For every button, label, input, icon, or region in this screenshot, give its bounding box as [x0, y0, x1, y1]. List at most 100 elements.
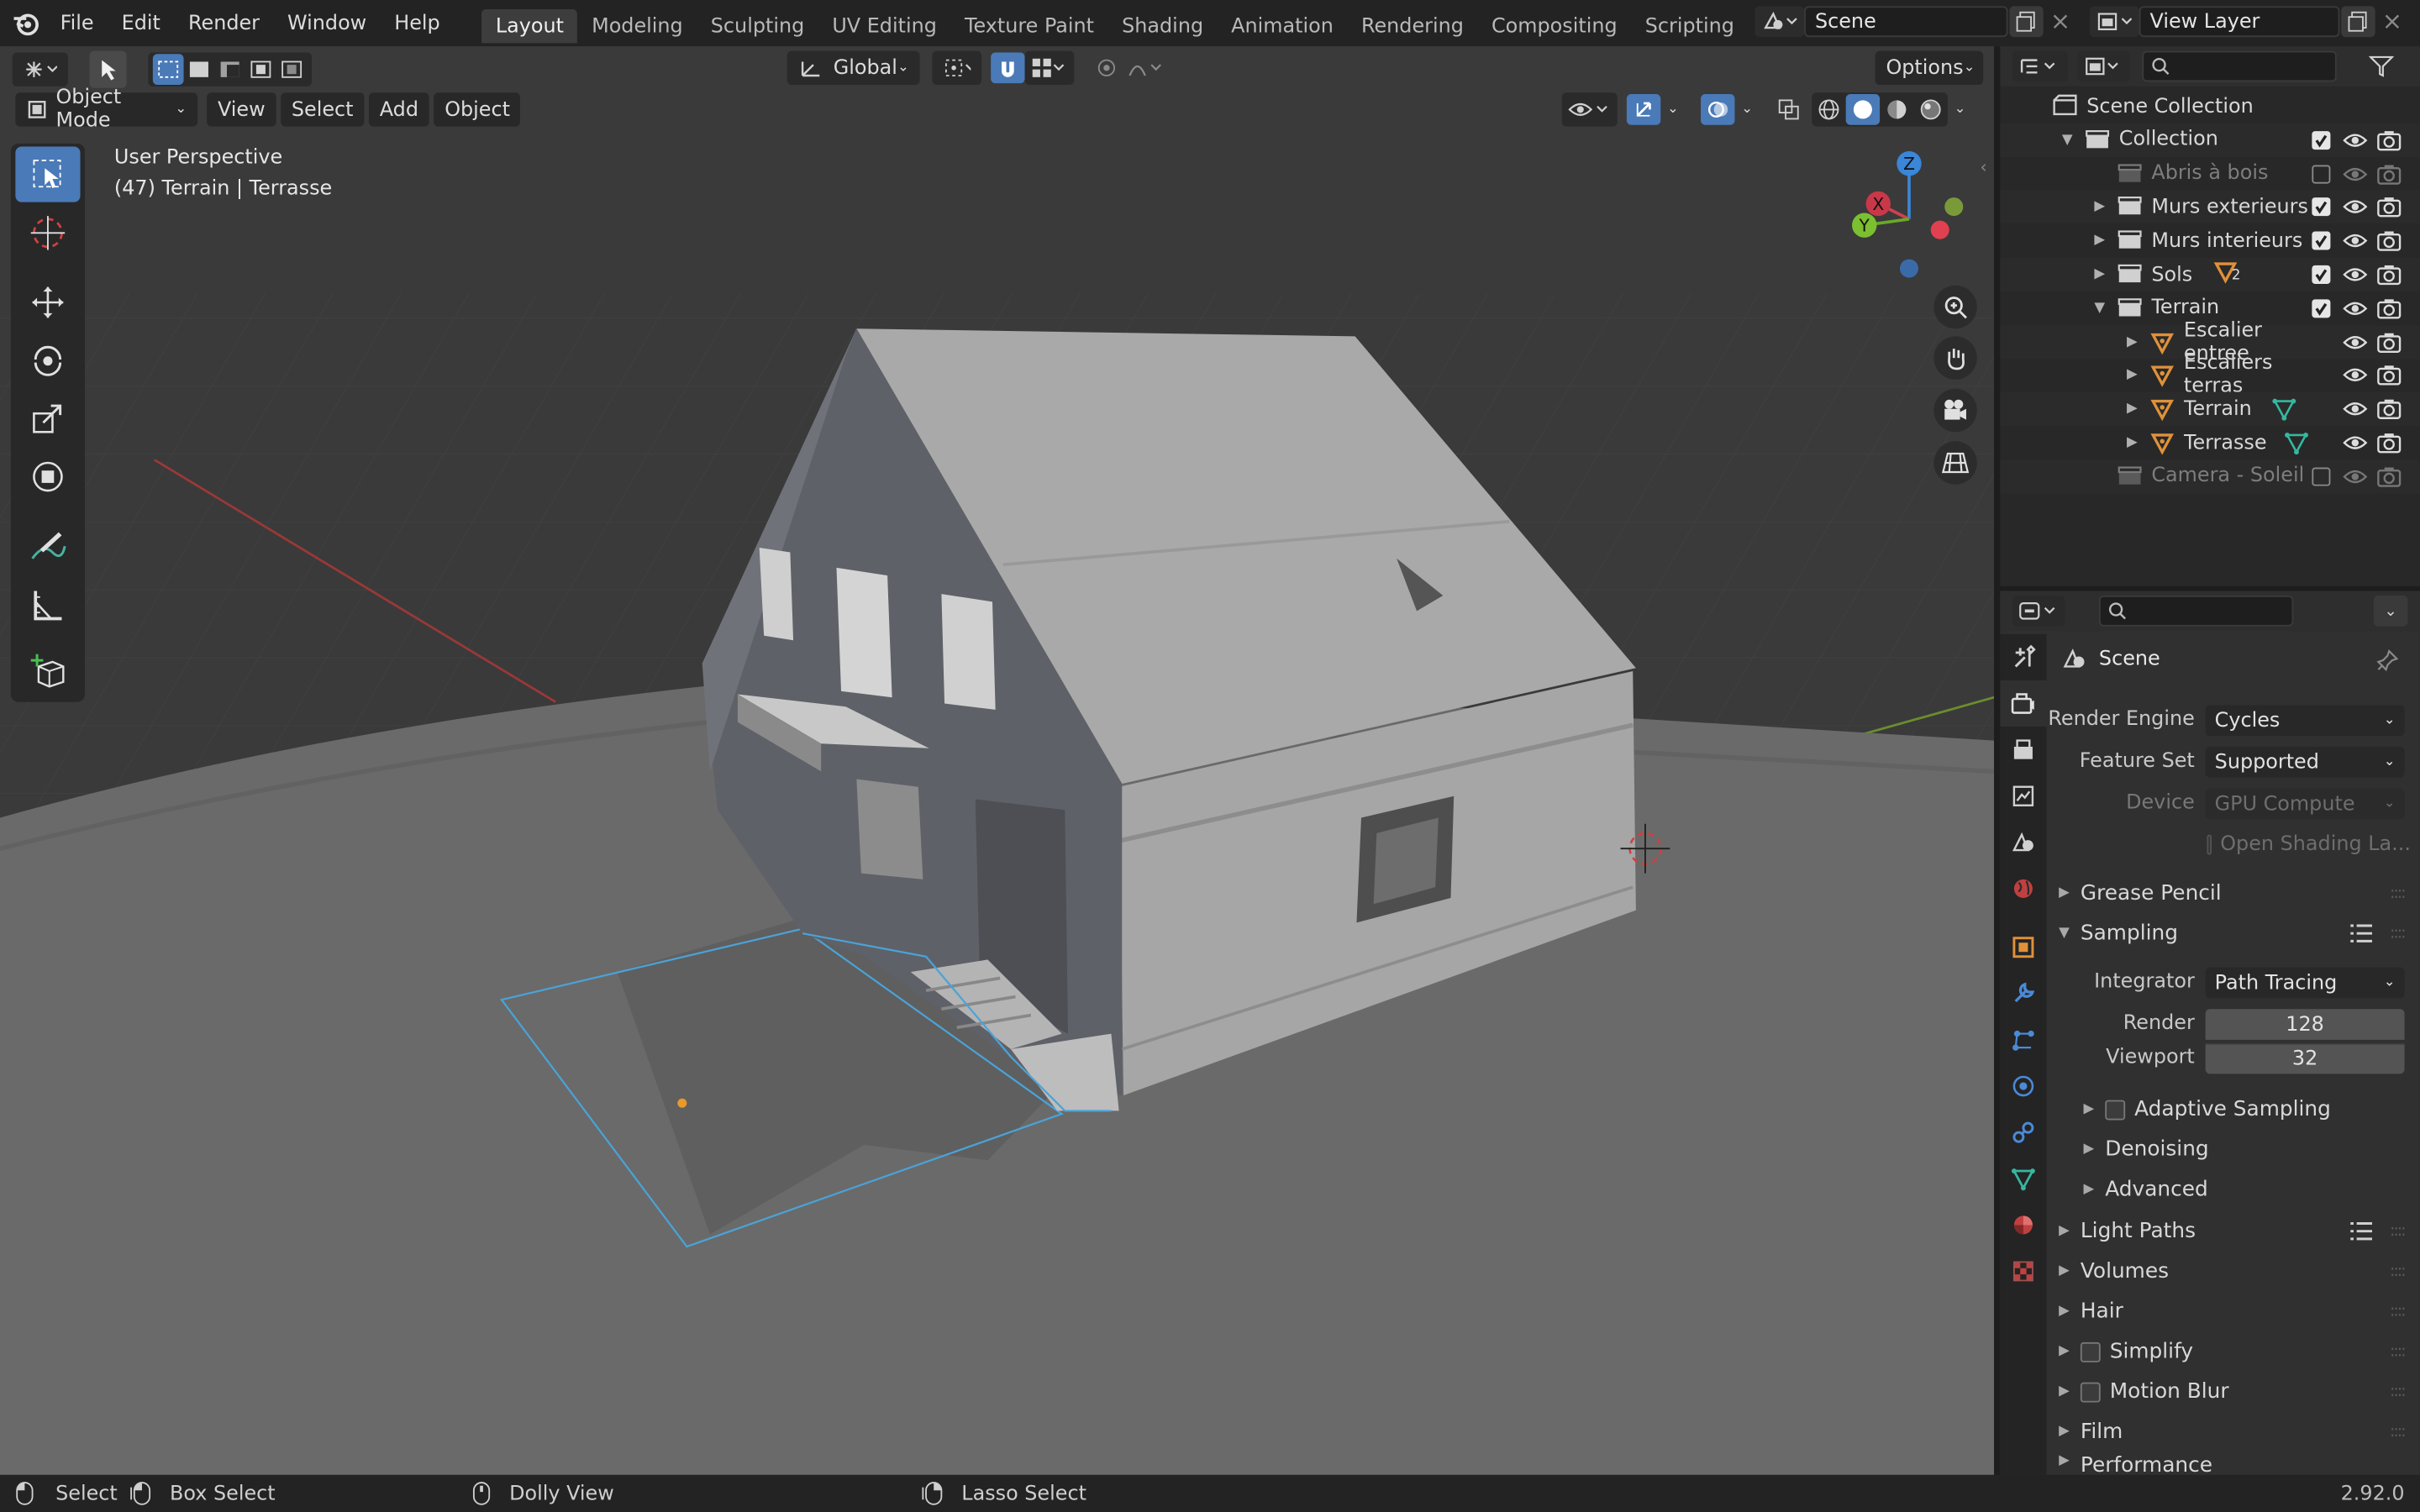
- exclude-checkbox[interactable]: [2312, 231, 2331, 250]
- outliner-row-scene-collection[interactable]: Scene Collection: [2000, 90, 2420, 123]
- eye-icon[interactable]: [2343, 331, 2368, 353]
- hair-section[interactable]: ▶ Hair::::: [2059, 1293, 2413, 1330]
- properties-editor-type-button[interactable]: [2012, 595, 2065, 627]
- motion-blur-section[interactable]: ▶ Motion Blur::::: [2059, 1373, 2413, 1410]
- drag-grip-icon[interactable]: ::::: [2390, 885, 2406, 901]
- overlays-dropdown-icon[interactable]: ⌄: [1734, 94, 1759, 125]
- eye-icon[interactable]: [2343, 129, 2368, 151]
- neg-x-axis-ball[interactable]: [1930, 220, 1949, 239]
- drag-grip-icon[interactable]: ::::: [2390, 1223, 2406, 1240]
- exclude-checkbox[interactable]: [2312, 130, 2331, 150]
- subtract-selection-icon[interactable]: [214, 54, 245, 85]
- workspace-tab-animation[interactable]: Animation: [1218, 9, 1348, 43]
- workspace-tab-shading[interactable]: Shading: [1108, 9, 1218, 43]
- pivot-point-dropdown[interactable]: [932, 50, 982, 86]
- delete-view-layer-icon[interactable]: [2375, 6, 2409, 37]
- set-new-selection-icon[interactable]: [152, 54, 184, 86]
- collapsed-arrow-icon[interactable]: ▶: [2094, 267, 2105, 282]
- eye-icon[interactable]: [2343, 197, 2368, 218]
- render-tab-icon[interactable]: [2000, 680, 2047, 727]
- modifier-tab-icon[interactable]: [2000, 970, 2046, 1016]
- display-mode-dropdown[interactable]: [2077, 50, 2130, 82]
- eye-icon[interactable]: [2343, 163, 2368, 185]
- scene-name-field[interactable]: Scene: [1804, 6, 2008, 38]
- denoising-subsection[interactable]: ▶ Denoising: [2084, 1131, 2411, 1168]
- constraints-tab-icon[interactable]: [2000, 1110, 2046, 1156]
- render-samples-field[interactable]: 128: [2205, 1009, 2405, 1040]
- move-tool[interactable]: [15, 275, 80, 330]
- drag-grip-icon[interactable]: ::::: [2390, 925, 2406, 942]
- wireframe-shading-icon[interactable]: [1812, 94, 1845, 125]
- outliner-row-sols[interactable]: ▶ Sols 2: [2000, 257, 2420, 292]
- outliner-item-label[interactable]: Murs exterieurs: [2151, 196, 2308, 219]
- outliner-row-terrasse[interactable]: ▶ Terrasse: [2000, 426, 2420, 459]
- camera-render-icon[interactable]: [2377, 365, 2402, 386]
- proportional-editing-icon[interactable]: [1090, 52, 1123, 83]
- visibility-dropdown[interactable]: [1561, 92, 1618, 127]
- camera-render-icon[interactable]: [2377, 465, 2402, 487]
- options-dropdown[interactable]: Options ⌄: [1875, 50, 1984, 86]
- workspace-tab-uv-editing[interactable]: UV Editing: [818, 9, 951, 43]
- eye-icon[interactable]: [2343, 264, 2368, 286]
- scale-tool[interactable]: [15, 391, 80, 446]
- light-paths-section[interactable]: ▶ Light Paths ::::: [2059, 1213, 2413, 1250]
- outliner-row-murs-exterieurs[interactable]: ▶ Murs exterieurs: [2000, 190, 2420, 225]
- perspective-toggle-icon[interactable]: [1933, 441, 1977, 485]
- world-tab-icon[interactable]: [2000, 865, 2046, 911]
- outliner-row-terrain[interactable]: ▶ Terrain: [2000, 391, 2420, 427]
- film-section[interactable]: ▶ Film::::: [2059, 1413, 2413, 1450]
- drag-grip-icon[interactable]: ::::: [2390, 1263, 2406, 1279]
- camera-render-icon[interactable]: [2377, 197, 2402, 218]
- view-layer-name-field[interactable]: View Layer: [2139, 6, 2340, 38]
- menu-render[interactable]: Render: [174, 0, 273, 46]
- data-tab-icon[interactable]: [2000, 1156, 2046, 1202]
- intersect-selection-icon[interactable]: [276, 54, 308, 85]
- drag-grip-icon[interactable]: ::::: [2390, 1383, 2406, 1400]
- solid-shading-icon[interactable]: [1845, 94, 1881, 125]
- drag-grip-icon[interactable]: ::::: [2390, 1303, 2406, 1320]
- workspace-tab-scripting[interactable]: Scripting: [1631, 9, 1748, 43]
- gizmo-toggle-icon[interactable]: [1626, 94, 1661, 125]
- camera-render-icon[interactable]: [2377, 331, 2402, 353]
- material-shading-icon[interactable]: [1880, 94, 1913, 125]
- viewport-menu-select[interactable]: Select: [281, 92, 365, 127]
- viewport-menu-add[interactable]: Add: [368, 92, 429, 127]
- 3d-viewport[interactable]: Global ⌄ Options ⌄ Object Mode ⌄ View Sel…: [0, 46, 1995, 1475]
- workspace-tab-sculpting[interactable]: Sculpting: [697, 9, 818, 43]
- outliner-search-input[interactable]: [2142, 50, 2337, 82]
- collapsed-arrow-icon[interactable]: ▶: [2127, 368, 2138, 383]
- proportional-falloff-icon[interactable]: [1123, 52, 1166, 83]
- texture-tab-icon[interactable]: [2000, 1248, 2046, 1294]
- outliner-row-murs-interieurs[interactable]: ▶ Murs interieurs: [2000, 224, 2420, 258]
- delete-scene-icon[interactable]: [2044, 6, 2077, 37]
- eye-icon[interactable]: [2343, 398, 2368, 420]
- tool-tab-icon[interactable]: [2000, 634, 2046, 680]
- new-view-layer-icon[interactable]: [2341, 6, 2375, 38]
- rendered-shading-icon[interactable]: [1914, 94, 1948, 125]
- outliner-item-label[interactable]: Abris à bois: [2151, 162, 2268, 186]
- transform-tool[interactable]: [15, 449, 80, 504]
- scene-tab-icon[interactable]: [2000, 819, 2046, 865]
- menu-file[interactable]: File: [46, 0, 108, 46]
- pan-hand-icon[interactable]: [1933, 336, 1977, 380]
- annotate-tool[interactable]: [15, 518, 80, 574]
- navigation-gizmo[interactable]: Z X Y: [1839, 145, 1978, 284]
- outliner-item-label[interactable]: Murs interieurs: [2151, 229, 2302, 253]
- cursor-tool[interactable]: [15, 205, 80, 260]
- collapsed-arrow-icon[interactable]: ▶: [2094, 200, 2105, 215]
- xray-toggle-icon[interactable]: [1772, 94, 1806, 125]
- snap-toggle-icon[interactable]: [991, 52, 1025, 84]
- collapsed-arrow-icon[interactable]: ▶: [2127, 402, 2138, 417]
- expanded-arrow-icon[interactable]: ▼: [2094, 301, 2105, 316]
- pin-icon[interactable]: [2376, 649, 2399, 671]
- select-tweak-icon[interactable]: [89, 50, 127, 88]
- outliner-row-escaliers-terras[interactable]: ▶ Escaliers terras: [2000, 352, 2420, 399]
- viewport-scene[interactable]: [0, 46, 1995, 1475]
- advanced-subsection[interactable]: ▶ Advanced: [2084, 1171, 2411, 1208]
- menu-window[interactable]: Window: [274, 0, 381, 46]
- exclude-checkbox[interactable]: [2312, 197, 2331, 217]
- shading-dropdown-icon[interactable]: ⌄: [1948, 94, 1972, 125]
- open-shading-checkbox[interactable]: Open Shading La...: [2207, 830, 2411, 858]
- neg-y-axis-ball[interactable]: [1944, 197, 1964, 217]
- invert-selection-icon[interactable]: [245, 54, 276, 85]
